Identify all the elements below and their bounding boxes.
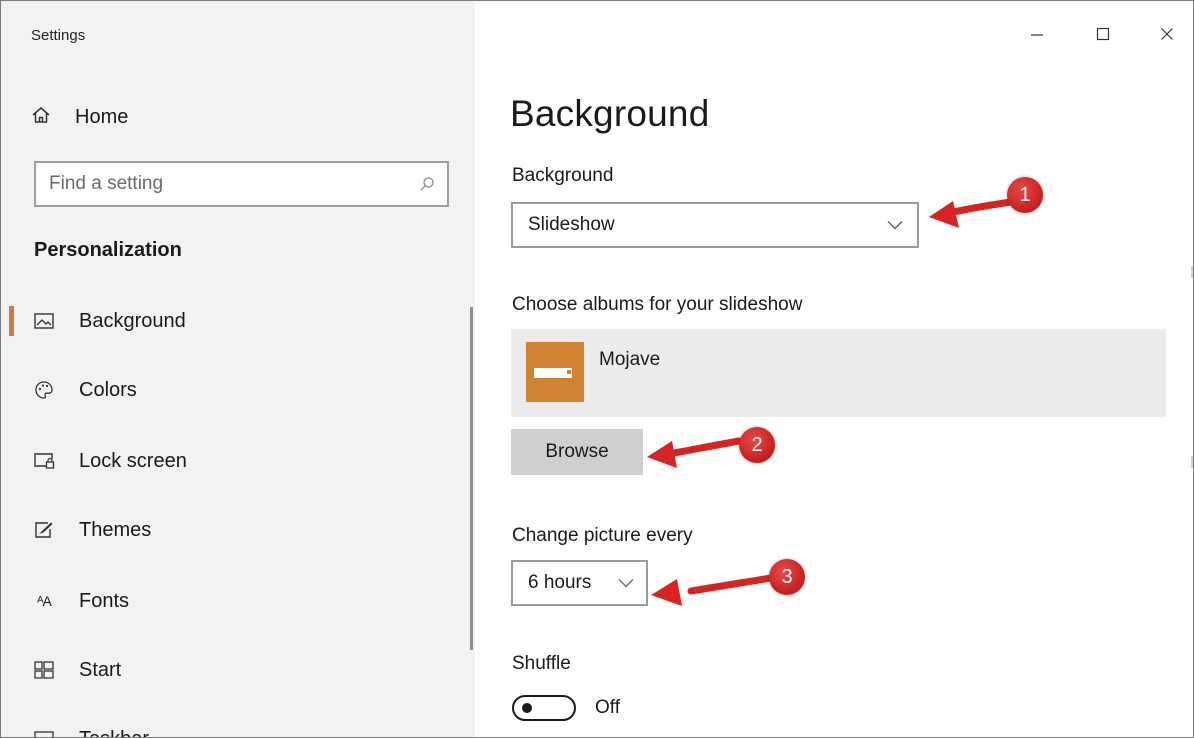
callout-2: 2 [739,427,775,463]
settings-window: Settings Home Personalization Background [0,0,1194,738]
annotation-arrows [647,198,1015,606]
annotation-arrowhead-2 [647,441,677,468]
annotation-arrow-1 [945,198,1015,217]
annotation-arrow-3 [687,574,775,595]
annotation-arrow-2 [665,437,743,458]
annotation-arrowhead-1 [929,201,959,228]
callout-3: 3 [769,559,805,595]
annotation-arrowhead-3 [651,579,682,606]
callout-1: 1 [1007,177,1043,213]
